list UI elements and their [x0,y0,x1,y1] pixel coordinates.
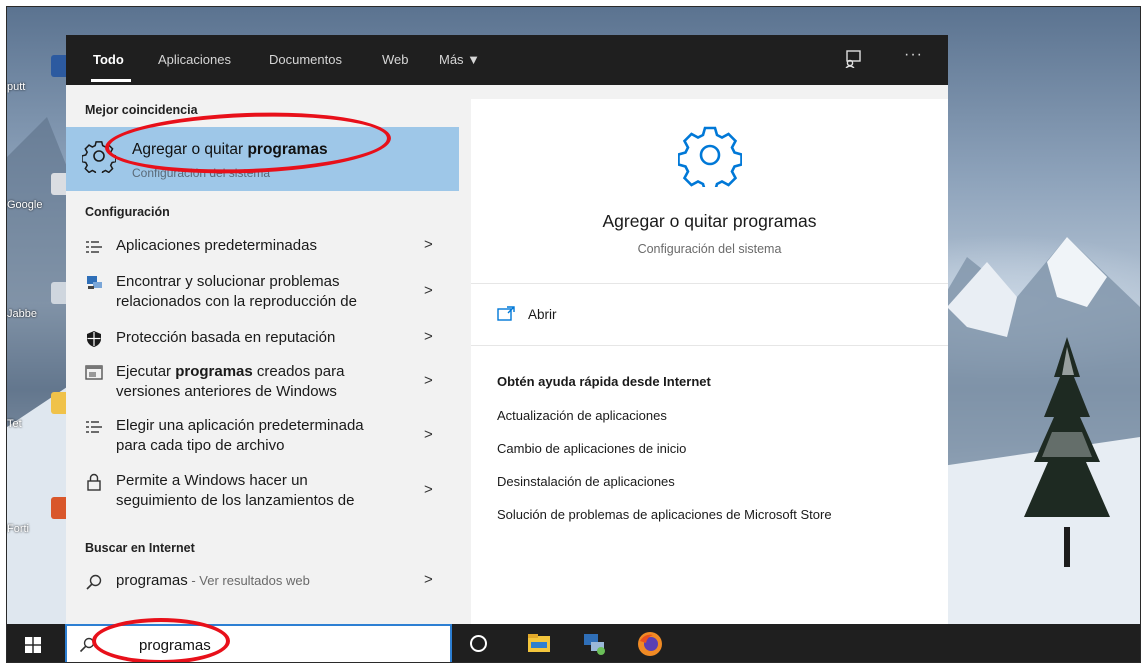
compat-label-rest: creados para [252,363,345,380]
detail-pane: Agregar o quitar programas Configuración… [471,99,948,624]
settings-item-label-line1: Encontrar y solucionar problemas [116,273,340,290]
help-link-startup-apps[interactable]: Cambio de aplicaciones de inicio [497,441,686,456]
compat-label-plain: Ejecutar [116,363,176,380]
settings-item-label: Protección basada en reputación [116,329,336,346]
tab-todo[interactable]: Todo [93,52,124,67]
chevron-right-icon: > [424,236,433,253]
active-tab-indicator [91,79,131,82]
search-icon [86,574,102,590]
compat-label-bold: programas [175,363,253,380]
web-search-label: programas - Ver resultados web [116,571,416,591]
cortana-icon[interactable] [470,635,487,652]
list-icon [86,421,102,433]
help-link-update-apps[interactable]: Actualización de aplicaciones [497,408,667,423]
chevron-right-icon: > [424,282,433,299]
desktop-icon-jabber[interactable]: Jabbe [7,282,73,320]
network-app-icon[interactable] [582,632,606,656]
tab-documentos[interactable]: Documentos [269,52,342,67]
settings-item-reputation[interactable]: Protección basada en reputación > [66,328,459,364]
settings-heading: Configuración [85,205,170,219]
troubleshoot-icon [87,276,102,289]
lock-icon [87,473,101,491]
help-link-uninstall-apps[interactable]: Desinstalación de aplicaciones [497,474,675,489]
windows-start-icon[interactable] [25,637,41,653]
firefox-icon[interactable] [637,631,663,657]
settings-item-label-line2: seguimiento de los lanzamientos de [116,492,355,509]
chevron-right-icon: > [424,481,433,498]
web-search-result[interactable]: programas - Ver resultados web > [66,571,459,601]
desktop-icon-label: Tet [7,418,22,430]
settings-item-default-by-type[interactable]: Elegir una aplicación predeterminada par… [66,416,459,472]
detail-subtitle: Configuración del sistema [637,242,782,256]
more-options-button[interactable]: ··· [904,46,923,64]
settings-item-default-apps[interactable]: Aplicaciones predeterminadas > [66,236,459,272]
desktop-icon-label: Forti [7,523,29,535]
search-filter-tabs: Todo Aplicaciones Documentos Web Más ▼ ·… [66,35,948,85]
gear-icon [678,126,742,187]
open-label: Abrir [528,307,557,322]
desktop-icon-forti[interactable]: Forti [7,497,73,535]
settings-item-label-line1: Ejecutar programas creados para [116,362,416,382]
pine-tree-image [1024,337,1110,567]
screenshot-frame: putt Google Jabbe Tet Forti Todo Aplicac… [6,6,1141,663]
chevron-right-icon: > [424,372,433,389]
chevron-right-icon: > [424,328,433,345]
chevron-right-icon: > [424,571,433,588]
best-match-heading: Mejor coincidencia [85,103,198,117]
compat-icon [85,365,103,380]
settings-item-compat[interactable]: Ejecutar programas creados para versione… [66,362,459,418]
annotation-ellipse-search [92,618,230,662]
web-search-query: programas [116,572,188,589]
settings-item-label-line2: versiones anteriores de Windows [116,383,337,400]
chevron-right-icon: > [424,426,433,443]
settings-item-label-line1: Permite a Windows hacer un [116,472,308,489]
feedback-icon[interactable] [844,50,862,68]
desktop-icon-label: putt [7,81,26,93]
detail-header: Agregar o quitar programas Configuración… [471,99,948,284]
help-link-store-troubleshoot[interactable]: Solución de problemas de aplicaciones de… [497,507,832,522]
list-icon [86,241,102,253]
quick-help-heading: Obtén ayuda rápida desde Internet [497,374,711,389]
open-window-icon [497,306,515,321]
settings-item-label: Aplicaciones predeterminadas [116,237,317,254]
settings-item-label-line1: Elegir una aplicación predeterminada [116,417,364,434]
settings-item-track-launches[interactable]: Permite a Windows hacer un seguimiento d… [66,471,459,527]
file-explorer-icon[interactable] [528,634,550,652]
detail-title: Agregar o quitar programas [602,211,817,231]
settings-item-label-line2: relacionados con la reproducción de [116,293,357,310]
tab-mas[interactable]: Más ▼ [439,52,480,67]
settings-item-label-line2: para cada tipo de archivo [116,437,285,454]
web-search-suffix: - Ver resultados web [187,573,310,588]
desktop-icon-label: Google [7,199,43,211]
open-button[interactable]: Abrir [471,284,948,346]
settings-item-troubleshoot[interactable]: Encontrar y solucionar problemas relacio… [66,272,459,328]
desktop-icon-label: Jabbe [7,308,37,320]
tab-web[interactable]: Web [382,52,409,67]
shield-icon [87,331,101,347]
tab-aplicaciones[interactable]: Aplicaciones [158,52,231,67]
desktop-icon-google[interactable]: Google [7,173,73,211]
desktop-icon-putty[interactable]: putt [7,55,73,93]
web-search-heading: Buscar en Internet [85,541,195,555]
desktop-icon-tet[interactable]: Tet [7,392,73,430]
